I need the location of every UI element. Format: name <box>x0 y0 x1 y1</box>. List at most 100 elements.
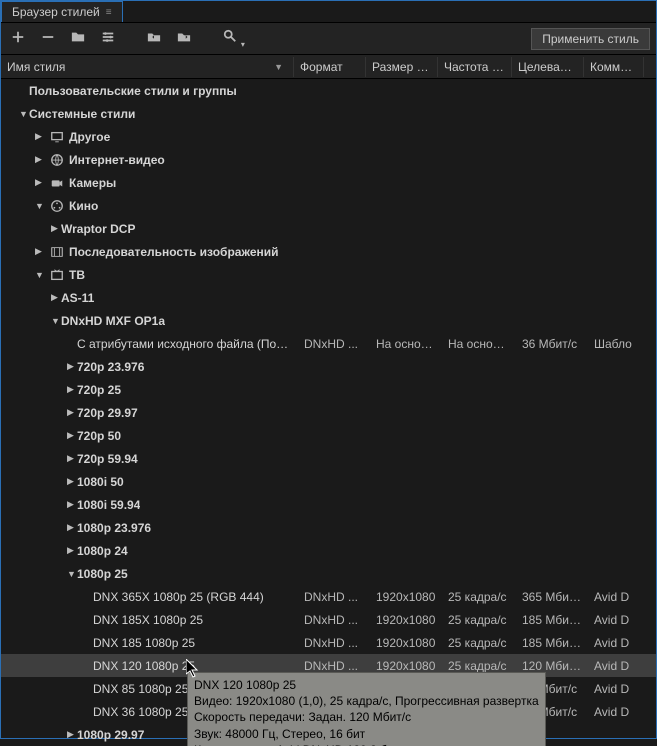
preset-row[interactable]: DNX 185 1080p 25 DNxHD ... 1920x1080 25 … <box>1 631 656 654</box>
folder-1080i-50[interactable]: 1080i 50 <box>1 470 656 493</box>
apply-style-button[interactable]: Применить стиль <box>531 28 650 50</box>
cell-comment: Avid D <box>588 590 648 604</box>
cat-dnxhd[interactable]: DNxHD MXF OP1a <box>1 309 656 332</box>
expand-icon[interactable] <box>67 430 77 441</box>
label: 1080i 59.94 <box>77 498 140 512</box>
expand-icon[interactable] <box>67 499 77 510</box>
cat-wraptor[interactable]: Wraptor DCP <box>1 217 656 240</box>
label: Камеры <box>69 176 116 190</box>
expand-icon[interactable] <box>35 131 45 142</box>
settings-icon[interactable] <box>97 28 119 49</box>
folder-1080p-23976[interactable]: 1080p 23.976 <box>1 516 656 539</box>
expand-icon[interactable] <box>67 476 77 487</box>
cell-format: DNxHD ... <box>298 590 370 604</box>
cell-format: DNxHD ... <box>298 659 370 673</box>
col-fps[interactable]: Частота ка... <box>438 57 512 77</box>
expand-icon[interactable] <box>67 407 77 418</box>
group-user-styles[interactable]: Пользовательские стили и группы <box>1 79 656 102</box>
camera-icon <box>49 176 65 190</box>
expand-icon[interactable] <box>67 361 77 372</box>
cell-fps: 25 кадра/с <box>442 590 516 604</box>
label: AS-11 <box>61 291 94 305</box>
expand-icon[interactable] <box>67 453 77 464</box>
label: 720p 50 <box>77 429 121 443</box>
import-icon[interactable] <box>143 28 165 49</box>
col-name[interactable]: Имя стиля▼ <box>1 57 294 77</box>
expand-icon[interactable] <box>35 177 45 188</box>
column-headers: Имя стиля▼ Формат Размер ка... Частота к… <box>1 55 656 79</box>
label: 1080i 50 <box>77 475 124 489</box>
expand-icon[interactable] <box>51 292 61 303</box>
label: 1080p 24 <box>77 544 128 558</box>
folder-1080p-24[interactable]: 1080p 24 <box>1 539 656 562</box>
expand-icon[interactable] <box>51 223 61 234</box>
folder-720p-5994[interactable]: 720p 59.94 <box>1 447 656 470</box>
cell-fps: На основе... <box>442 337 516 351</box>
toolbar: ▾ Применить стиль <box>1 23 656 55</box>
label: Последовательность изображений <box>69 245 279 259</box>
cell-bitrate: 185 Мбит/с <box>516 613 588 627</box>
cell-format: DNxHD ... <box>298 636 370 650</box>
panel-menu-icon[interactable]: ≡ <box>106 7 112 18</box>
group-system-styles[interactable]: Системные стили <box>1 102 656 125</box>
tooltip-audio: Звук: 48000 Гц, Стерео, 16 бит <box>194 726 539 742</box>
sort-indicator-icon: ▼ <box>274 62 283 72</box>
expand-icon[interactable] <box>35 154 45 165</box>
cat-as11[interactable]: AS-11 <box>1 286 656 309</box>
cat-other[interactable]: Другое <box>1 125 656 148</box>
cell-bitrate: 365 Мбит/с <box>516 590 588 604</box>
folder-720p-2997[interactable]: 720p 29.97 <box>1 401 656 424</box>
col-format[interactable]: Формат <box>294 57 366 77</box>
label: DNxHD MXF OP1a <box>61 314 165 328</box>
tooltip-comment: Комментарии: Avid DNxHD 120 8 бит <box>194 742 539 746</box>
expand-icon[interactable] <box>67 545 77 556</box>
search-icon[interactable]: ▾ <box>219 27 249 51</box>
label: 1080p 23.976 <box>77 521 151 535</box>
col-frame[interactable]: Размер ка... <box>366 57 438 77</box>
expand-icon[interactable] <box>35 246 45 257</box>
expand-icon[interactable] <box>67 729 77 740</box>
folder-720p-25[interactable]: 720p 25 <box>1 378 656 401</box>
film-reel-icon <box>49 199 65 213</box>
folder-1080p-25[interactable]: 1080p 25 <box>1 562 656 585</box>
expand-icon[interactable] <box>35 270 45 280</box>
label: DNX 36 1080p 25 <box>93 705 188 719</box>
expand-icon[interactable] <box>19 109 29 119</box>
cell-comment: Avid D <box>588 682 648 696</box>
cell-comment: Avid D <box>588 705 648 719</box>
expand-icon[interactable] <box>67 384 77 395</box>
new-folder-icon[interactable] <box>67 28 89 49</box>
cat-cinema[interactable]: Кино <box>1 194 656 217</box>
globe-icon <box>49 153 65 167</box>
label: DNX 185X 1080p 25 <box>93 613 203 627</box>
expand-icon[interactable] <box>67 522 77 533</box>
cell-frame: 1920x1080 <box>370 590 442 604</box>
remove-button[interactable] <box>37 28 59 49</box>
label: Пользовательские стили и группы <box>29 84 237 98</box>
cat-tv[interactable]: ТВ <box>1 263 656 286</box>
expand-icon[interactable] <box>35 201 45 211</box>
label: 1080p 29.97 <box>77 728 144 742</box>
tab-style-browser[interactable]: Браузер стилей ≡ <box>1 1 123 22</box>
label: 720p 25 <box>77 383 121 397</box>
cell-comment: Avid D <box>588 636 648 650</box>
preset-row[interactable]: DNX 185X 1080p 25 DNxHD ... 1920x1080 25… <box>1 608 656 631</box>
folder-720p-50[interactable]: 720p 50 <box>1 424 656 447</box>
expand-icon[interactable] <box>67 569 77 579</box>
preset-row[interactable]: DNX 365X 1080p 25 (RGB 444) DNxHD ... 19… <box>1 585 656 608</box>
label: DNX 120 1080p 25 <box>93 659 195 673</box>
cat-cameras[interactable]: Камеры <box>1 171 656 194</box>
cat-imgseq[interactable]: Последовательность изображений <box>1 240 656 263</box>
cell-comment: Avid D <box>588 659 648 673</box>
col-comment[interactable]: Коммента... <box>584 57 644 77</box>
add-button[interactable] <box>7 28 29 49</box>
export-icon[interactable] <box>173 28 195 49</box>
expand-icon[interactable] <box>51 316 61 326</box>
preset-source-attrs[interactable]: С атрибутами исходного файла (Повто... D… <box>1 332 656 355</box>
folder-1080i-5994[interactable]: 1080i 59.94 <box>1 493 656 516</box>
col-bitrate[interactable]: Целевая ч... <box>512 57 584 77</box>
folder-720p-23976[interactable]: 720p 23.976 <box>1 355 656 378</box>
filmstrip-icon <box>49 245 65 259</box>
cell-frame: На основе... <box>370 337 442 351</box>
cat-internet[interactable]: Интернет-видео <box>1 148 656 171</box>
